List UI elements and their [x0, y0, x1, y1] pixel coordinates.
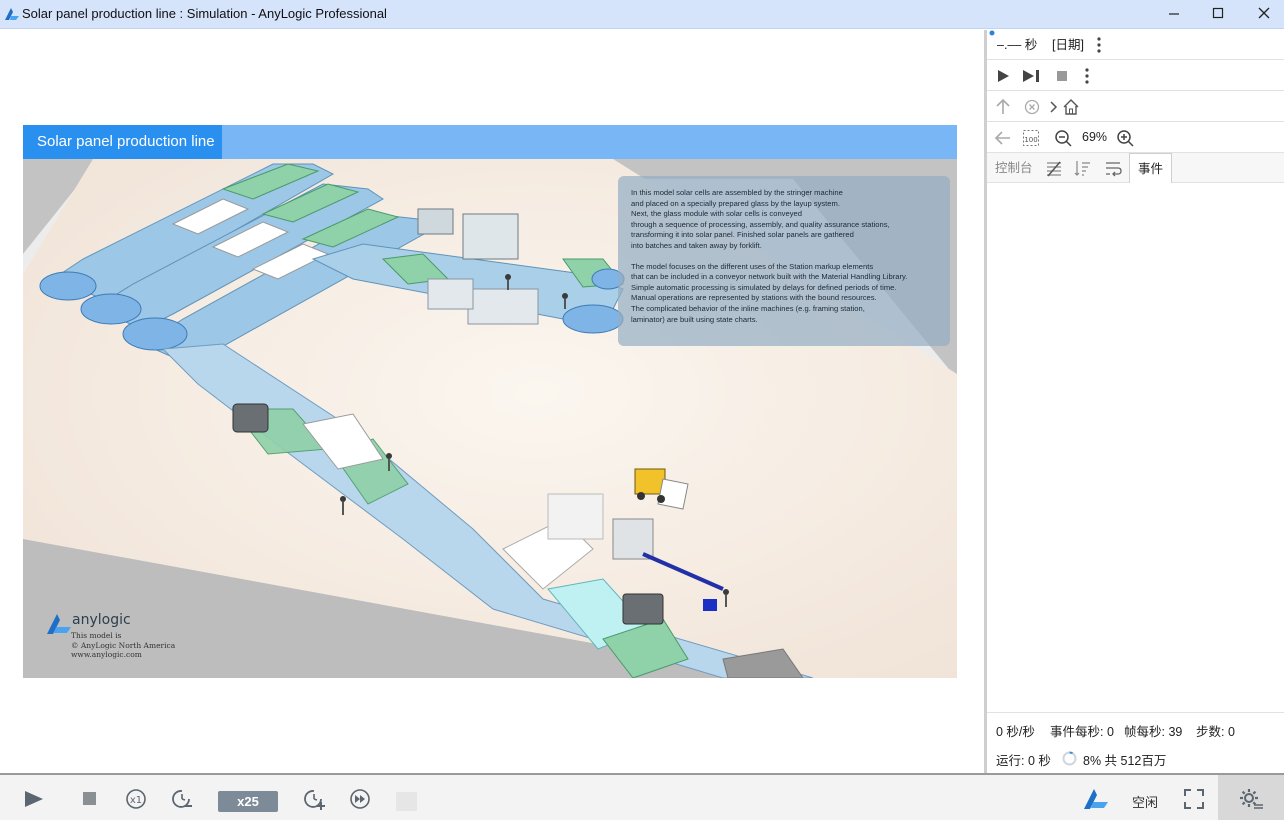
- time-more-menu-button[interactable]: [1089, 35, 1109, 55]
- stop-button[interactable]: [78, 787, 102, 811]
- navigate-back-button[interactable]: [993, 128, 1013, 148]
- navigate-cancel-button[interactable]: [1022, 97, 1042, 117]
- minimize-button[interactable]: [1163, 4, 1185, 24]
- anylogic-logo-icon: [1084, 789, 1108, 809]
- run-more-menu-button[interactable]: [1077, 66, 1097, 86]
- home-icon: [1063, 99, 1079, 115]
- description-paragraph-2: The model focuses on the different uses …: [631, 261, 908, 324]
- play-icon: [998, 70, 1009, 82]
- gear-icon: [1240, 789, 1263, 809]
- slow-down-icon: [172, 790, 192, 808]
- stop-icon: [83, 792, 96, 805]
- execution-stats: 0 秒/秒 事件每秒: 0 帧每秒: 39 步数: 0 运行: 0 秒 8% 共…: [987, 712, 1284, 773]
- arrow-up-icon: [996, 98, 1010, 114]
- anylogic-app-icon: [5, 8, 19, 20]
- console-content-area[interactable]: [987, 183, 1284, 712]
- run-button[interactable]: [22, 787, 46, 811]
- close-icon: [1258, 7, 1270, 19]
- model-header-bar: Solar panel production line: [23, 125, 957, 159]
- zoom-100-button[interactable]: 100: [1021, 128, 1041, 148]
- sort-events-button[interactable]: [1073, 158, 1093, 178]
- anylogic-logo: anylogic This model is © AnyLogic North …: [46, 610, 196, 660]
- memory-usage-icon: [1062, 751, 1077, 766]
- stat-memory: 8% 共 512百万: [1083, 754, 1167, 768]
- tab-console[interactable]: 控制台: [995, 153, 1033, 183]
- maximize-icon: [1212, 7, 1224, 19]
- blank-toolbar-button[interactable]: [396, 792, 417, 811]
- more-vertical-icon: [1085, 68, 1089, 84]
- run-controls-row: [987, 60, 1284, 91]
- real-time-scale-button[interactable]: x1: [124, 787, 148, 811]
- description-paragraph-1: In this model solar cells are assembled …: [631, 188, 890, 250]
- model-canvas[interactable]: Solar panel production line In this mode…: [0, 30, 984, 773]
- slow-down-button[interactable]: [170, 787, 194, 811]
- fullscreen-icon: [1184, 789, 1204, 809]
- more-vertical-icon: [1097, 37, 1101, 53]
- navigate-home-button[interactable]: [1061, 97, 1081, 117]
- time-row: –.–– 秒 [日期]: [987, 30, 1284, 60]
- wrap-text-icon: [1106, 162, 1122, 177]
- settings-area: [1218, 775, 1284, 820]
- navigation-row: [987, 91, 1284, 122]
- model-time: –.–– 秒: [997, 38, 1038, 52]
- panel-tabs: 控制台 事件: [987, 153, 1284, 183]
- clear-list-icon: [1047, 161, 1061, 177]
- maximize-button[interactable]: [1207, 4, 1229, 24]
- zoom-out-icon: [1055, 130, 1072, 147]
- stat-steps: 步数: 0: [1196, 725, 1235, 739]
- wrap-lines-button[interactable]: [1103, 158, 1123, 178]
- anylogic-toolbar-logo[interactable]: [1083, 787, 1108, 811]
- stat-frames-per-second: 帧每秒: 39: [1124, 725, 1183, 739]
- chevron-right-icon: [1050, 101, 1058, 113]
- stat-events-per-second: 事件每秒: 0: [1050, 725, 1114, 739]
- anylogic-logo-icon: [47, 614, 71, 634]
- circle-x-icon: [1024, 99, 1040, 115]
- speed-indicator: x25: [218, 791, 278, 812]
- logo-credit-text: This model is © AnyLogic North America w…: [71, 631, 176, 659]
- bottom-toolbar: x1 x25 空闲: [0, 773, 1284, 820]
- minimize-icon: [1169, 13, 1179, 15]
- panel-run-button[interactable]: [994, 66, 1014, 86]
- settings-button[interactable]: [1238, 787, 1263, 811]
- simulation-status: 空闲: [1132, 795, 1159, 810]
- model-date: [日期]: [1052, 38, 1084, 52]
- zoom-row: 100 69%: [987, 122, 1284, 153]
- model-description-box: In this model solar cells are assembled …: [618, 176, 950, 346]
- model-title: Solar panel production line: [23, 125, 222, 159]
- zoom-level: 69%: [1082, 130, 1108, 144]
- zoom-in-button[interactable]: [1115, 128, 1135, 148]
- logo-brand-text: anylogic: [72, 612, 131, 628]
- zoom-out-button[interactable]: [1053, 128, 1073, 148]
- tab-events[interactable]: 事件: [1129, 153, 1173, 183]
- stat-run-time: 运行: 0 秒: [996, 754, 1051, 768]
- step-forward-icon: [1023, 70, 1039, 82]
- speed-up-button[interactable]: [302, 787, 326, 811]
- title-bar: Solar panel production line : Simulation…: [0, 0, 1284, 29]
- virtual-time-button[interactable]: [348, 787, 372, 811]
- speed-up-icon: [304, 790, 325, 810]
- status-dot-icon: [989, 30, 995, 36]
- navigate-up-button[interactable]: [993, 97, 1013, 117]
- panel-stop-button[interactable]: [1052, 66, 1072, 86]
- close-button[interactable]: [1253, 4, 1275, 24]
- zoom-in-icon: [1117, 130, 1134, 147]
- panel-step-button[interactable]: [1021, 66, 1041, 86]
- fast-forward-icon: [350, 789, 370, 809]
- arrow-left-icon: [994, 131, 1010, 145]
- window-title: Solar panel production line : Simulation…: [22, 6, 387, 21]
- speed-x1-icon: x1: [126, 789, 146, 809]
- clear-console-button[interactable]: [1044, 158, 1064, 178]
- svg-text:x1: x1: [130, 795, 142, 806]
- stop-icon: [1057, 71, 1067, 81]
- zoom-reset-icon: 100: [1023, 130, 1039, 146]
- svg-text:100: 100: [1024, 136, 1037, 144]
- stat-seconds-per-second: 0 秒/秒: [996, 725, 1035, 739]
- right-panel: –.–– 秒 [日期] 100 69% 控制台 事件 0 秒/秒 事件每秒: 0…: [987, 30, 1284, 773]
- play-icon: [25, 791, 43, 807]
- fullscreen-button[interactable]: [1182, 787, 1206, 811]
- list-order-icon: [1074, 161, 1090, 176]
